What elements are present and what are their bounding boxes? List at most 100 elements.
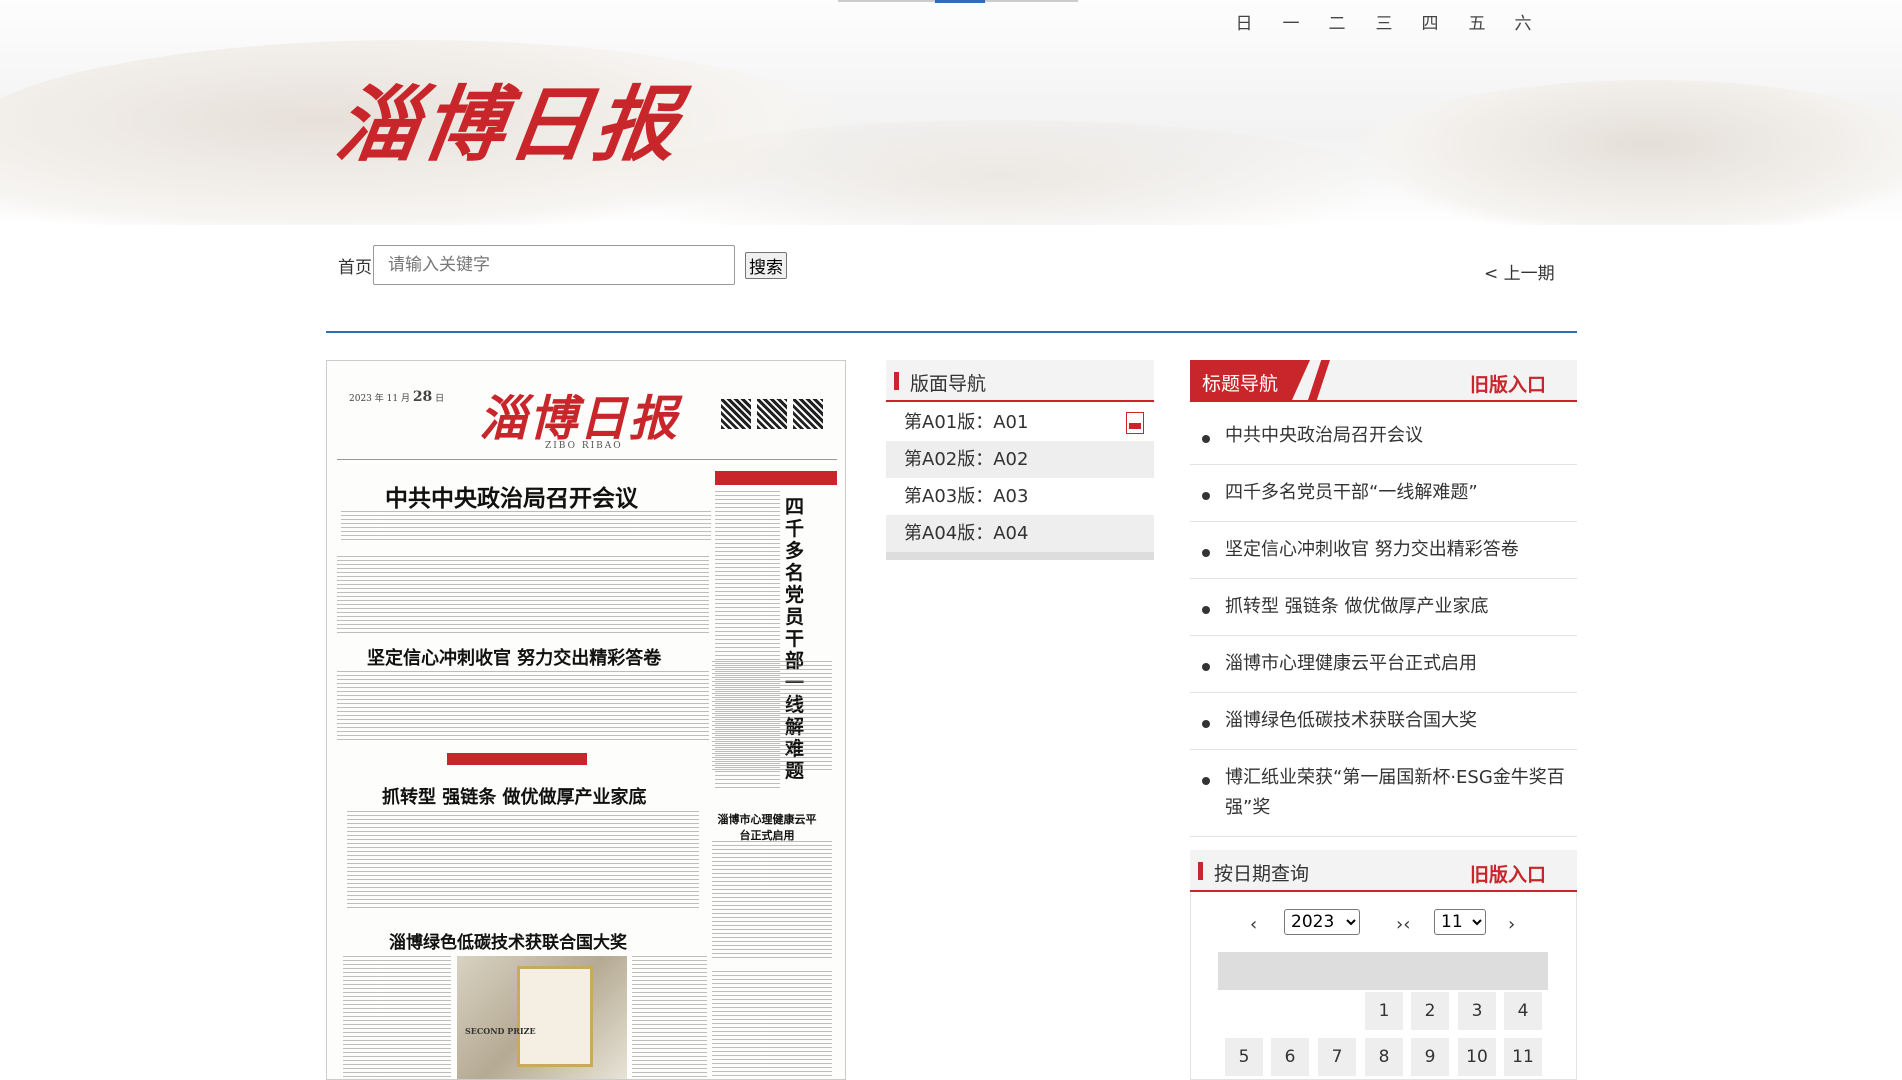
paper-text-block [632, 956, 707, 1079]
layout-item-a02[interactable]: 第A02版：A02 [886, 441, 1154, 478]
paper-masthead-sub: ZIBO RIBAO [545, 441, 623, 451]
paper-text-block [337, 556, 709, 636]
qr-code-icon [793, 399, 823, 429]
date-query-header: 按日期查询 旧版入口 [1190, 850, 1577, 892]
date-query-title: 按日期查询 [1214, 863, 1310, 885]
paper-masthead: 淄博日报 [479, 391, 680, 447]
calendar-day[interactable]: 7 [1318, 1038, 1356, 1076]
headline-item[interactable]: 淄博绿色低碳技术获联合国大奖 [1190, 693, 1577, 750]
bullet-icon [1202, 492, 1210, 500]
weekday-label: 四 [1421, 14, 1439, 34]
weekday-label: 六 [1514, 14, 1532, 34]
header-marker [894, 372, 899, 390]
search-button[interactable]: 搜索 [745, 252, 787, 279]
calendar-day[interactable]: 5 [1225, 1038, 1263, 1076]
month-select[interactable]: 11 [1434, 909, 1486, 935]
headline-item[interactable]: 中共中央政治局召开会议 [1190, 408, 1577, 465]
photo-caption: SECOND PRIZE [465, 1026, 536, 1036]
calendar-day[interactable]: 2 [1411, 992, 1449, 1030]
headline-text: 四千多名党员干部“一线解难题” [1225, 482, 1478, 503]
headline-text: 坚定信心冲刺收官 努力交出精彩答卷 [1225, 539, 1519, 560]
weekday-row [1218, 952, 1548, 990]
paper-rule [337, 459, 837, 460]
qr-code-icon [757, 399, 787, 429]
paper-text-block [712, 841, 832, 961]
paper-text-block [341, 511, 711, 541]
title-nav-header: 标题导航 旧版入口 [1190, 360, 1577, 402]
headline-item[interactable]: 坚定信心冲刺收官 努力交出精彩答卷 [1190, 522, 1577, 579]
newspaper-page-image[interactable]: 2023 年 11 月 28 日 淄博日报 ZIBO RIBAO 中共中央政治局… [326, 360, 846, 1080]
paper-text-block [712, 661, 832, 771]
paper-headline: 淄博市心理健康云平台正式启用 [717, 813, 817, 842]
layout-item-label: 第A04版：A04 [904, 523, 1029, 544]
headline-text: 抓转型 强链条 做优做厚产业家底 [1225, 596, 1489, 617]
paper-headline: 淄博绿色低碳技术获联合国大奖 [389, 933, 627, 953]
site-logo[interactable]: 淄博日报 [330, 58, 691, 177]
prev-year-button[interactable]: ‹ [1250, 914, 1257, 935]
paper-headline: 中共中央政治局召开会议 [385, 485, 638, 512]
paper-text-block [337, 671, 709, 741]
bullet-icon [1202, 549, 1210, 557]
weekday-label: 三 [1375, 14, 1393, 34]
layout-item-a01[interactable]: 第A01版：A01 [886, 404, 1154, 441]
paper-headline: 坚定信心冲刺收官 努力交出精彩答卷 [367, 648, 662, 669]
month-nav-button[interactable]: ›‹ [1396, 914, 1410, 935]
paper-red-banner [715, 471, 837, 485]
weekday-label: 五 [1468, 14, 1486, 34]
prev-issue-link[interactable]: < 上一期 [1484, 259, 1555, 284]
weekday-label: 二 [1328, 14, 1346, 34]
calendar-day[interactable]: 8 [1365, 1038, 1403, 1076]
calendar-day[interactable]: 11 [1504, 1038, 1542, 1076]
header-marker [1198, 862, 1203, 880]
headline-text: 博汇纸业荣获“第一届国新杯·ESG金牛奖百强”奖 [1225, 767, 1565, 818]
header-divider [326, 331, 1577, 333]
headline-item[interactable]: 博汇纸业荣获“第一届国新杯·ESG金牛奖百强”奖 [1190, 750, 1577, 837]
title-nav-title: 标题导航 [1202, 373, 1279, 395]
headline-item[interactable]: 抓转型 强链条 做优做厚产业家底 [1190, 579, 1577, 636]
headline-text: 淄博市心理健康云平台正式启用 [1225, 653, 1477, 674]
year-select[interactable]: 2023 [1284, 909, 1360, 935]
headline-item[interactable]: 淄博市心理健康云平台正式启用 [1190, 636, 1577, 693]
search-input[interactable] [373, 245, 735, 285]
calendar-day[interactable]: 10 [1458, 1038, 1496, 1076]
headline-text: 中共中央政治局召开会议 [1225, 425, 1423, 446]
bullet-icon [1202, 777, 1210, 785]
old-version-link[interactable]: 旧版入口 [1470, 860, 1546, 887]
layout-nav-list: 第A01版：A01 第A02版：A02 第A03版：A03 第A04版：A04 [886, 404, 1154, 552]
layout-item-a04[interactable]: 第A04版：A04 [886, 515, 1154, 552]
title-nav-tab-stripe [1308, 360, 1330, 400]
paper-text-block [712, 971, 832, 1079]
award-frame [517, 966, 593, 1067]
old-version-link[interactable]: 旧版入口 [1470, 370, 1546, 397]
paper-headline: 抓转型 强链条 做优做厚产业家底 [382, 787, 647, 808]
calendar-day[interactable]: 9 [1411, 1038, 1449, 1076]
layout-nav-footer [886, 552, 1154, 560]
qr-code-icon [721, 399, 751, 429]
headline-text: 淄博绿色低碳技术获联合国大奖 [1225, 710, 1477, 731]
weekday-label: 一 [1282, 14, 1300, 34]
layout-nav-header: 版面导航 [886, 360, 1154, 402]
bullet-icon [1202, 720, 1210, 728]
headline-item[interactable]: 四千多名党员干部“一线解难题” [1190, 465, 1577, 522]
layout-nav-title: 版面导航 [910, 373, 987, 395]
bullet-icon [1202, 606, 1210, 614]
calendar-day[interactable]: 4 [1504, 992, 1542, 1030]
paper-dateline: 2023 年 11 月 28 日 [349, 389, 445, 405]
pdf-icon[interactable] [1126, 412, 1144, 434]
layout-item-label: 第A02版：A02 [904, 449, 1029, 470]
next-month-button[interactable]: › [1508, 914, 1515, 935]
layout-item-a03[interactable]: 第A03版：A03 [886, 478, 1154, 515]
home-link[interactable]: 首页 [338, 253, 372, 278]
calendar-day[interactable]: 6 [1271, 1038, 1309, 1076]
bullet-icon [1202, 435, 1210, 443]
page-header: 淄博日报 [0, 0, 1902, 225]
layout-item-label: 第A03版：A03 [904, 486, 1029, 507]
calendar-day[interactable]: 3 [1458, 992, 1496, 1030]
paper-text-block [343, 956, 451, 1079]
calendar-day[interactable]: 1 [1365, 992, 1403, 1030]
paper-photo: SECOND PRIZE [457, 956, 627, 1079]
paper-red-banner [447, 753, 587, 765]
bullet-icon [1202, 663, 1210, 671]
weekday-label: 日 [1235, 14, 1253, 34]
top-tab-active [935, 0, 985, 3]
